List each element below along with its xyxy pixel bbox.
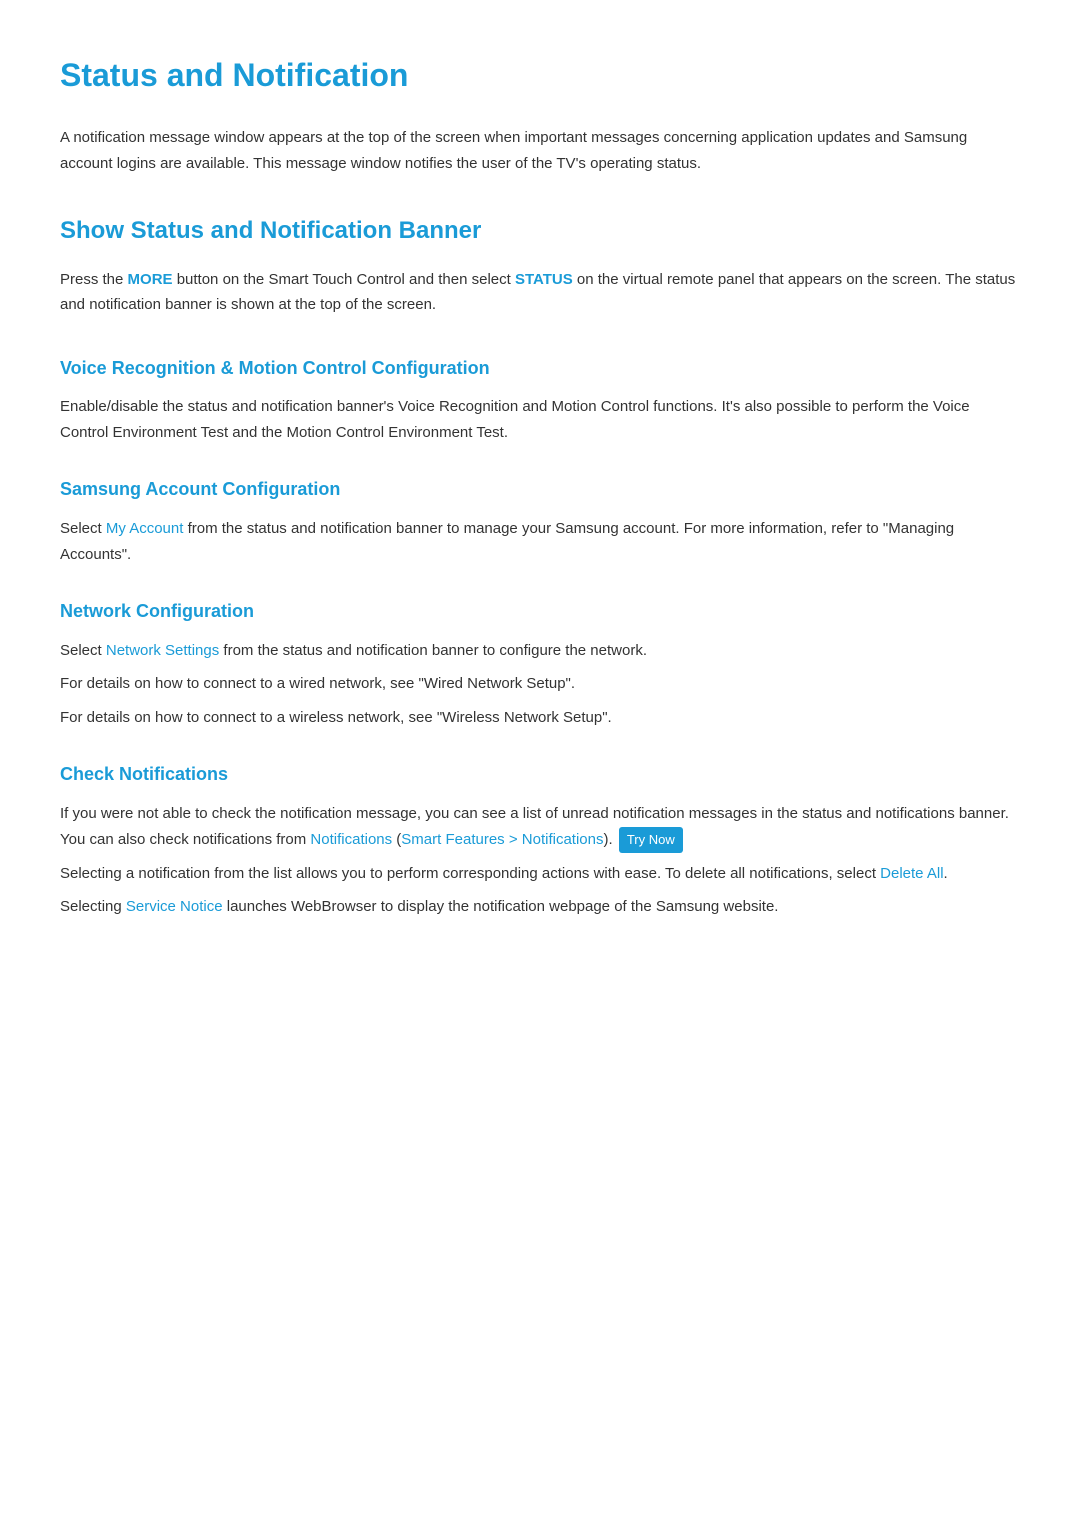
network-settings-highlight: Network Settings: [106, 642, 219, 659]
network-config-prefix: Select: [60, 642, 106, 659]
samsung-account-body: Select My Account from the status and no…: [60, 516, 1020, 567]
voice-recognition-title: Voice Recognition & Motion Control Confi…: [60, 354, 1020, 383]
check-notifications-para3: Selecting Service Notice launches WebBro…: [60, 894, 1020, 920]
samsung-account-title: Samsung Account Configuration: [60, 475, 1020, 504]
show-status-title: Show Status and Notification Banner: [60, 212, 1020, 250]
more-highlight: MORE: [128, 271, 173, 288]
service-notice-highlight: Service Notice: [126, 898, 223, 915]
network-config-line1: Select Network Settings from the status …: [60, 638, 1020, 664]
status-highlight: STATUS: [515, 271, 573, 288]
show-status-section: Show Status and Notification Banner Pres…: [60, 212, 1020, 317]
page-title: Status and Notification: [60, 50, 1020, 101]
my-account-highlight: My Account: [106, 520, 184, 537]
para3-suffix: launches WebBrowser to display the notif…: [223, 898, 779, 915]
network-config-line3: For details on how to connect to a wirel…: [60, 705, 1020, 731]
para2-suffix: .: [944, 865, 948, 882]
delete-all-highlight: Delete All: [880, 865, 943, 882]
notifications-highlight: Notifications: [310, 831, 392, 848]
samsung-account-section: Samsung Account Configuration Select My …: [60, 475, 1020, 567]
try-now-badge[interactable]: Try Now: [619, 827, 683, 853]
para2-prefix: Selecting a notification from the list a…: [60, 865, 880, 882]
check-notifications-section: Check Notifications If you were not able…: [60, 760, 1020, 919]
notifications2-highlight: Notifications: [522, 831, 604, 848]
para3-prefix: Selecting: [60, 898, 126, 915]
network-config-title: Network Configuration: [60, 597, 1020, 626]
voice-recognition-body: Enable/disable the status and notificati…: [60, 394, 1020, 445]
samsung-account-prefix: Select: [60, 520, 106, 537]
check-notifications-para1: If you were not able to check the notifi…: [60, 801, 1020, 853]
check-notifications-title: Check Notifications: [60, 760, 1020, 789]
voice-recognition-section: Voice Recognition & Motion Control Confi…: [60, 354, 1020, 446]
check-notifications-para2: Selecting a notification from the list a…: [60, 861, 1020, 887]
smart-features-highlight: Smart Features: [401, 831, 504, 848]
network-config-suffix: from the status and notification banner …: [219, 642, 647, 659]
network-config-section: Network Configuration Select Network Set…: [60, 597, 1020, 730]
network-config-line2: For details on how to connect to a wired…: [60, 671, 1020, 697]
samsung-account-suffix: from the status and notification banner …: [60, 520, 954, 563]
intro-text: A notification message window appears at…: [60, 125, 1020, 176]
show-status-body: Press the MORE button on the Smart Touch…: [60, 267, 1020, 318]
